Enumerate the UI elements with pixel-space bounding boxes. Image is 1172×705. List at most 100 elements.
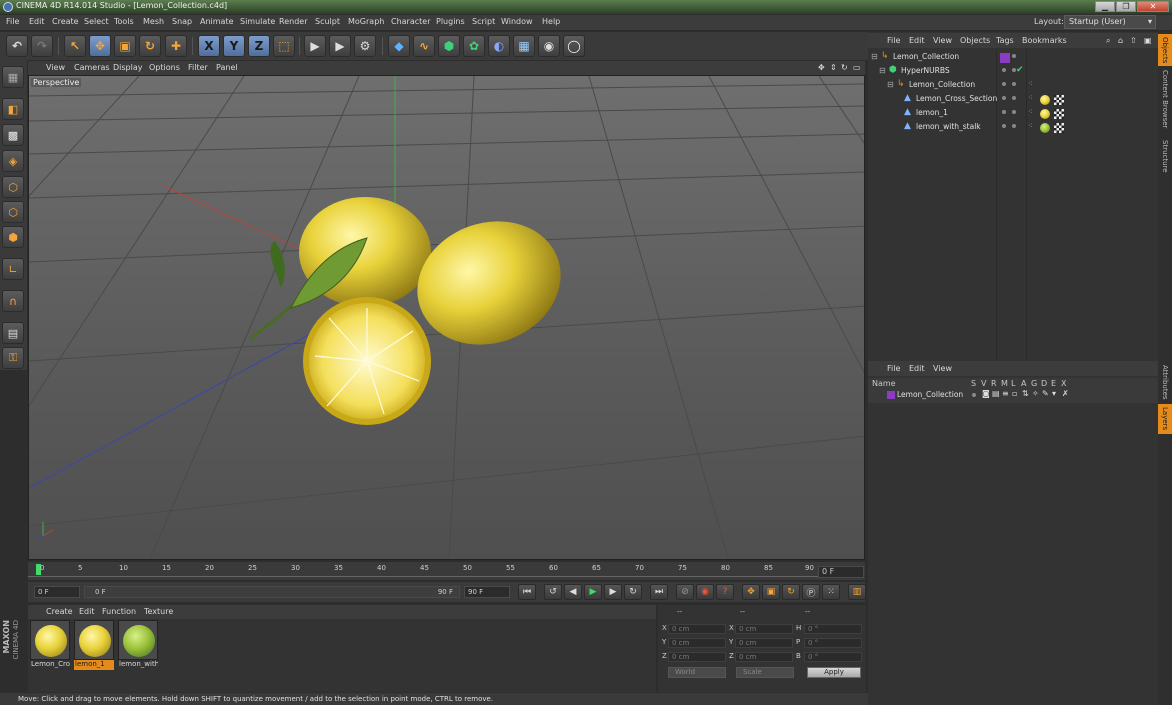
- rotation-b-field[interactable]: 0 °: [804, 652, 862, 662]
- viewport-menu-options[interactable]: Options: [149, 63, 180, 72]
- phong-tag-icon[interactable]: ⁖: [1028, 107, 1033, 116]
- menu-help[interactable]: Help: [542, 17, 560, 26]
- start-frame-field[interactable]: 0 F: [34, 586, 80, 598]
- position-x-field[interactable]: 0 cm: [668, 624, 726, 634]
- home-icon[interactable]: ⌂: [1118, 36, 1123, 45]
- rotation-p-field[interactable]: 0 °: [804, 638, 862, 648]
- add-icon[interactable]: ✚: [165, 35, 187, 57]
- size-z-field[interactable]: 0 cm: [735, 652, 793, 662]
- visibility-dot[interactable]: [1002, 96, 1006, 100]
- object-menu-view[interactable]: View: [933, 36, 952, 45]
- search-icon[interactable]: ⌕: [1106, 36, 1110, 46]
- layer-render-icon[interactable]: ▤: [992, 389, 1000, 398]
- menu-simulate[interactable]: Simulate: [240, 17, 275, 26]
- scale-dropdown[interactable]: Scale: [736, 667, 794, 678]
- key-scale-icon[interactable]: ▣: [762, 584, 780, 600]
- apply-button[interactable]: Apply: [807, 667, 861, 678]
- layer-col-view[interactable]: V: [981, 379, 986, 388]
- visibility-dot[interactable]: [1002, 82, 1006, 86]
- material-menu-create[interactable]: Create: [46, 607, 73, 616]
- world-dropdown[interactable]: World: [668, 667, 726, 678]
- menu-edit[interactable]: Edit: [29, 17, 45, 26]
- layer-color-swatch[interactable]: [887, 391, 895, 399]
- menu-plugins[interactable]: Plugins: [436, 17, 465, 26]
- move-icon[interactable]: ✥: [89, 35, 111, 57]
- menu-mesh[interactable]: Mesh: [143, 17, 164, 26]
- floor-icon[interactable]: ▦: [513, 35, 535, 57]
- goto-end-icon[interactable]: ⏭: [650, 584, 668, 600]
- material-tag-icon[interactable]: [1040, 123, 1050, 133]
- deformer-icon[interactable]: ◐: [488, 35, 510, 57]
- collapse-icon[interactable]: ⊟: [879, 66, 886, 75]
- texture-mode-icon[interactable]: ▩: [2, 124, 24, 146]
- snap-icon[interactable]: ∩: [2, 290, 24, 312]
- render-dot[interactable]: [1012, 110, 1016, 114]
- tab-layers[interactable]: Layers: [1158, 404, 1172, 434]
- material-menu-texture[interactable]: Texture: [144, 607, 173, 616]
- tab-structure[interactable]: Structure: [1158, 134, 1172, 178]
- key-help-icon[interactable]: ?: [716, 584, 734, 600]
- lock-workplane-icon[interactable]: ⚿: [2, 347, 24, 369]
- viewport-maximize-icon[interactable]: ▭: [853, 63, 861, 72]
- menu-create[interactable]: Create: [52, 17, 79, 26]
- goto-start-icon[interactable]: ⏮: [518, 584, 536, 600]
- menu-character[interactable]: Character: [391, 17, 431, 26]
- layer-color-tag[interactable]: [1000, 53, 1010, 63]
- viewport-nav-zoom-icon[interactable]: ⇕: [830, 63, 837, 72]
- collapse-icon[interactable]: ⊟: [887, 80, 894, 89]
- key-pla-icon[interactable]: ⁙: [822, 584, 840, 600]
- visibility-dot[interactable]: [1002, 110, 1006, 114]
- size-y-field[interactable]: 0 cm: [735, 638, 793, 648]
- layer-deformer-icon[interactable]: ✎: [1042, 389, 1049, 398]
- material-swatch-selected[interactable]: lemon_1: [74, 620, 114, 672]
- play-icon[interactable]: ▶: [584, 584, 602, 600]
- layer-lock-icon[interactable]: ▫: [1012, 389, 1017, 398]
- collapse-icon[interactable]: ⊟: [871, 52, 878, 61]
- menu-animate[interactable]: Animate: [200, 17, 234, 26]
- layer-animation-icon[interactable]: ⇅: [1022, 389, 1029, 398]
- layer-row[interactable]: Lemon_Collection ◙ ▤ ≡ ▫ ⇅ ✧ ✎ ▾ ✗: [868, 389, 1158, 403]
- checkmark-icon[interactable]: ✔: [1016, 65, 1024, 75]
- layer-col-locked[interactable]: L: [1011, 379, 1015, 388]
- visibility-dot[interactable]: [1012, 54, 1016, 58]
- step-forward-icon[interactable]: ▶: [604, 584, 622, 600]
- key-position-icon[interactable]: ✥: [742, 584, 760, 600]
- object-row[interactable]: ⊟ ⬢ HyperNURBS ✔: [868, 65, 1158, 79]
- y-axis-icon[interactable]: Y: [223, 35, 245, 57]
- layer-col-xref[interactable]: X: [1061, 379, 1066, 388]
- viewport-nav-move-icon[interactable]: ✥: [818, 63, 825, 72]
- x-axis-icon[interactable]: X: [198, 35, 220, 57]
- layer-col-generators[interactable]: G: [1031, 379, 1037, 388]
- nurbs-icon[interactable]: ⬢: [438, 35, 460, 57]
- autokey-icon[interactable]: ◉: [696, 584, 714, 600]
- size-x-field[interactable]: 0 cm: [735, 624, 793, 634]
- tab-objects[interactable]: Objects: [1158, 34, 1172, 66]
- range-slider[interactable]: 0 F 90 F: [84, 586, 460, 598]
- layer-col-expressions[interactable]: E: [1051, 379, 1056, 388]
- layer-col-deformers[interactable]: D: [1041, 379, 1047, 388]
- position-z-field[interactable]: 0 cm: [668, 652, 726, 662]
- layer-col-manager[interactable]: M: [1001, 379, 1008, 388]
- axis-mode-icon[interactable]: ∟: [2, 258, 24, 280]
- menu-file[interactable]: File: [6, 17, 19, 26]
- scroll-up-icon[interactable]: ⇧: [1130, 36, 1137, 45]
- visibility-dot[interactable]: [1002, 68, 1006, 72]
- object-menu-tags[interactable]: Tags: [996, 36, 1014, 45]
- render-dot[interactable]: [1012, 124, 1016, 128]
- menu-script[interactable]: Script: [472, 17, 495, 26]
- viewport-menu-panel[interactable]: Panel: [216, 63, 238, 72]
- uvw-tag-icon[interactable]: [1054, 95, 1064, 105]
- layer-menu-file[interactable]: File: [887, 364, 900, 373]
- object-menu-edit[interactable]: Edit: [909, 36, 925, 45]
- tab-content-browser[interactable]: Content Browser: [1158, 68, 1172, 130]
- record-keys-icon[interactable]: ⊘: [676, 584, 694, 600]
- object-row[interactable]: ⊟ ↳ Lemon_Collection: [868, 51, 1158, 65]
- undo-icon[interactable]: ↶: [6, 35, 28, 57]
- menu-select[interactable]: Select: [84, 17, 109, 26]
- make-editable-icon[interactable]: ▦: [2, 66, 24, 88]
- current-frame-field[interactable]: 0 F: [818, 566, 864, 578]
- array-icon[interactable]: ✿: [463, 35, 485, 57]
- workplane-icon[interactable]: ▤: [2, 322, 24, 344]
- viewport-menu-filter[interactable]: Filter: [188, 63, 208, 72]
- key-rotation-icon[interactable]: ↻: [782, 584, 800, 600]
